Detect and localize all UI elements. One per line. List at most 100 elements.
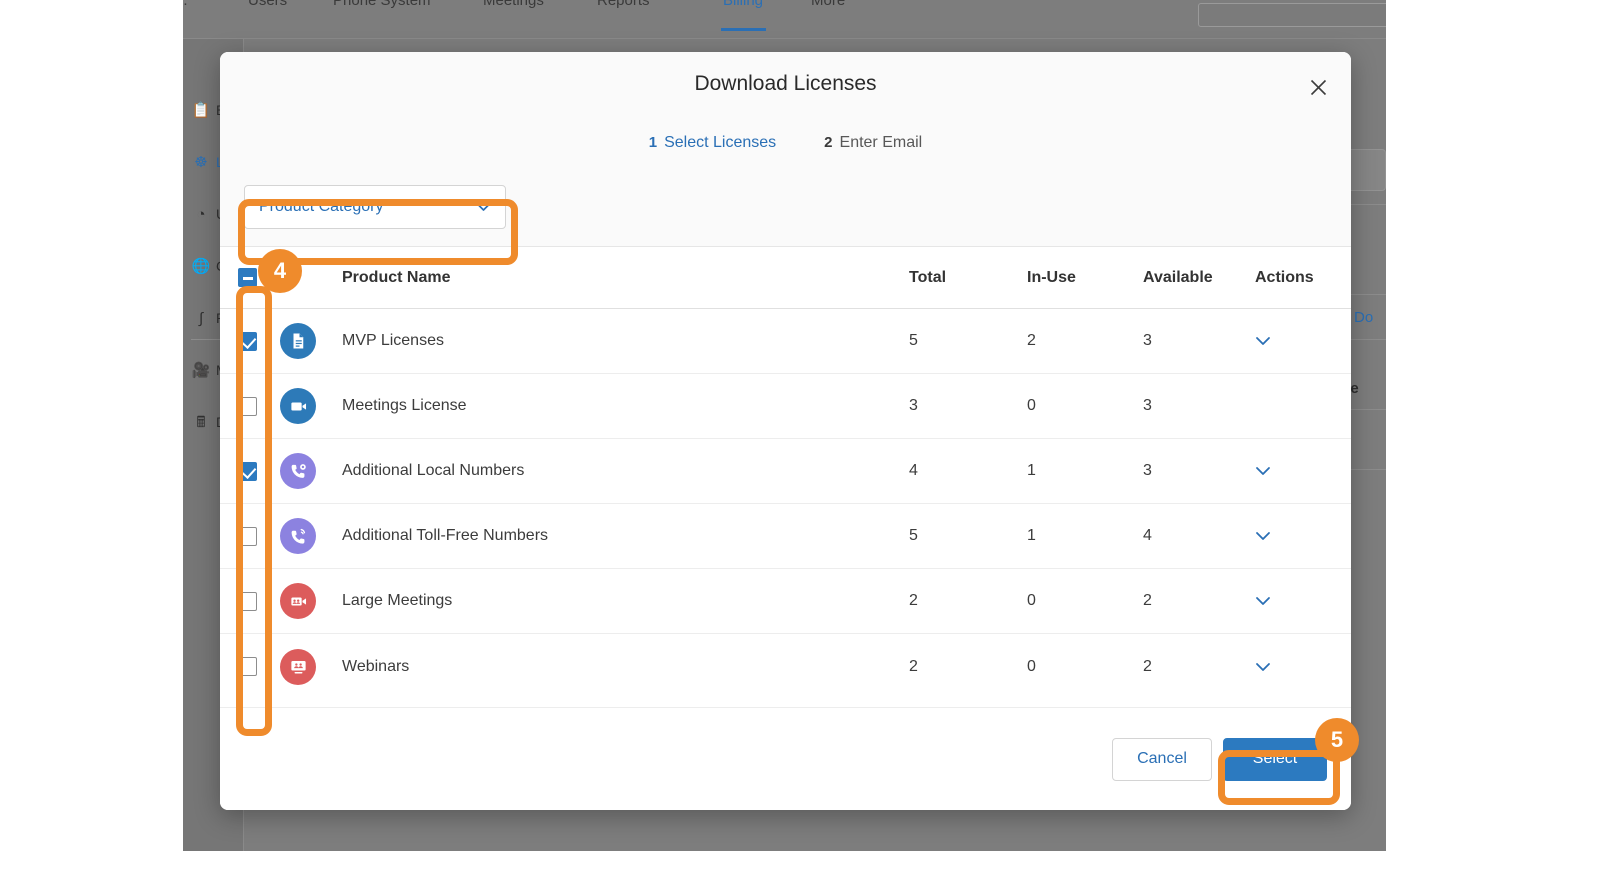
total-value: 4 xyxy=(909,462,918,479)
video-camera-icon xyxy=(280,388,316,424)
licenses-table: Product Name Total In-Use Available Acti… xyxy=(220,247,1351,699)
total-value: 2 xyxy=(909,592,918,609)
chevron-down-icon[interactable] xyxy=(1255,596,1271,606)
select-all-cell xyxy=(238,268,280,287)
row-icon-cell xyxy=(280,583,342,619)
row-select-cell xyxy=(238,591,280,611)
table-row[interactable]: MVP Licenses 5 2 3 xyxy=(220,309,1351,374)
product-category-dropdown[interactable]: Product Category xyxy=(244,185,506,229)
chevron-down-icon[interactable] xyxy=(1255,531,1271,541)
in-use-value: 1 xyxy=(1027,527,1036,544)
tab-enter-email[interactable]: 2 Enter Email xyxy=(800,134,946,171)
step-label: Enter Email xyxy=(839,134,923,151)
select-button[interactable]: Select xyxy=(1223,737,1327,781)
row-actions xyxy=(1255,336,1351,346)
clipboard-icon: 📋 xyxy=(191,101,211,119)
integral-icon: ∫ xyxy=(198,309,204,327)
available-value: 3 xyxy=(1143,397,1152,414)
chevron-down-icon[interactable] xyxy=(1255,336,1271,346)
table-row[interactable]: Meetings License 3 0 3 xyxy=(220,374,1351,439)
product-name: Meetings License xyxy=(342,397,467,414)
available-value: 2 xyxy=(1143,657,1152,675)
licenses-icon: ☸ xyxy=(194,153,208,171)
row-icon-cell xyxy=(280,453,342,489)
product-category-value: Product Category xyxy=(259,198,384,215)
product-name: Additional Local Numbers xyxy=(342,462,525,479)
row-icon-cell xyxy=(280,323,342,359)
screen: ... Users Phone System Meetings Reports … xyxy=(0,0,1600,880)
row-checkbox[interactable] xyxy=(238,591,257,611)
active-tab-underline xyxy=(721,28,766,31)
chevron-down-icon[interactable] xyxy=(1255,662,1271,672)
table-row[interactable]: Webinars 2 0 2 xyxy=(220,634,1351,699)
download-licenses-modal: Download Licenses 1 Select Licenses 2 En… xyxy=(220,52,1351,810)
available-value: 3 xyxy=(1143,462,1152,479)
row-select-cell xyxy=(238,396,280,416)
webinar-icon xyxy=(280,648,316,685)
nav-tab-meetings[interactable]: Meetings xyxy=(483,0,544,9)
filter-bar: Product Category xyxy=(220,167,1351,247)
close-icon[interactable] xyxy=(1305,74,1331,100)
row-icon-cell xyxy=(280,388,342,424)
modal-footer: Cancel Select xyxy=(220,707,1351,810)
group-video-icon xyxy=(280,583,316,619)
total-value: 5 xyxy=(909,527,918,544)
video-camera-icon: 🎥 xyxy=(191,361,211,379)
select-all-checkbox[interactable] xyxy=(238,268,257,287)
row-checkbox[interactable] xyxy=(238,396,257,416)
available-value: 2 xyxy=(1143,592,1152,609)
download-link-fragment[interactable]: Do xyxy=(1354,309,1373,326)
nav-tab-users[interactable]: Users xyxy=(248,0,287,9)
nav-tab-reports[interactable]: Reports xyxy=(597,0,650,9)
table-row[interactable]: Additional Toll-Free Numbers 5 1 4 xyxy=(220,504,1351,569)
row-checkbox[interactable] xyxy=(238,461,257,481)
step-label: Select Licenses xyxy=(664,134,777,151)
tab-select-licenses[interactable]: 1 Select Licenses xyxy=(624,134,801,171)
row-checkbox[interactable] xyxy=(238,657,257,676)
total-value: 2 xyxy=(909,657,918,675)
in-use-value: 1 xyxy=(1027,462,1036,479)
row-checkbox[interactable] xyxy=(238,331,257,351)
column-actions: Actions xyxy=(1255,268,1314,286)
step-number: 2 xyxy=(824,134,833,151)
phone-pin-icon xyxy=(280,453,316,489)
in-use-value: 0 xyxy=(1027,592,1036,609)
in-use-value: 0 xyxy=(1027,397,1036,414)
calculator-icon: 🖩 xyxy=(196,413,206,431)
cancel-button[interactable]: Cancel xyxy=(1112,737,1212,781)
global-search-input[interactable] xyxy=(1198,3,1386,27)
globe-icon: 🌐 xyxy=(191,257,211,275)
row-select-cell xyxy=(238,461,280,481)
nav-tab-billing[interactable]: Billing xyxy=(723,0,763,9)
column-total: Total xyxy=(909,268,947,286)
document-icon xyxy=(280,323,316,359)
chevron-down-icon xyxy=(476,202,491,212)
pie-chart-icon: ◔ xyxy=(196,205,206,223)
step-number: 1 xyxy=(648,134,658,151)
chevron-down-icon[interactable] xyxy=(1255,466,1271,476)
nav-tab-0[interactable]: ... xyxy=(183,0,188,9)
table-header-row: Product Name Total In-Use Available Acti… xyxy=(220,247,1351,309)
modal-header: Download Licenses 1 Select Licenses 2 En… xyxy=(220,52,1351,185)
available-value: 4 xyxy=(1143,527,1152,544)
available-value: 3 xyxy=(1143,332,1152,349)
row-select-cell xyxy=(238,331,280,351)
row-actions xyxy=(1255,531,1351,541)
row-icon-cell xyxy=(280,648,342,685)
phone-waves-icon xyxy=(280,518,316,554)
in-use-value: 2 xyxy=(1027,332,1036,349)
column-available: Available xyxy=(1143,268,1213,286)
table-row[interactable]: Additional Local Numbers 4 1 3 xyxy=(220,439,1351,504)
product-name: MVP Licenses xyxy=(342,332,444,349)
nav-tab-more[interactable]: More xyxy=(811,0,845,9)
table-row[interactable]: Large Meetings 2 0 2 xyxy=(220,569,1351,634)
row-actions xyxy=(1255,596,1351,606)
top-navigation: ... Users Phone System Meetings Reports … xyxy=(183,0,1386,31)
row-checkbox[interactable] xyxy=(238,526,257,546)
row-select-cell xyxy=(238,657,280,676)
nav-tab-phone-system[interactable]: Phone System xyxy=(333,0,431,9)
column-product-name: Product Name xyxy=(342,268,451,286)
product-name: Webinars xyxy=(342,657,410,675)
row-select-cell xyxy=(238,526,280,546)
row-actions xyxy=(1255,466,1351,476)
